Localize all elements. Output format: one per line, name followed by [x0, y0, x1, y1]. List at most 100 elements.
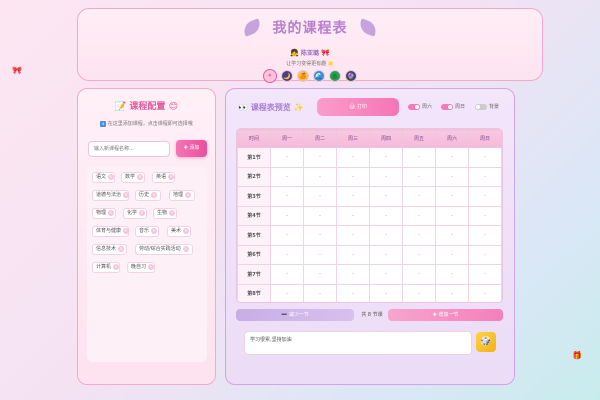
course-tag[interactable]: 生物 × — [153, 208, 177, 219]
schedule-cell[interactable]: - — [468, 166, 502, 187]
schedule-cell[interactable]: - — [369, 205, 403, 226]
course-tag[interactable]: 数学 × — [121, 172, 145, 183]
course-tag[interactable]: 音乐 × — [135, 226, 159, 237]
add-course-button[interactable]: ✚ 添加 — [176, 140, 207, 157]
course-tag[interactable]: 语文 × — [92, 172, 115, 183]
schedule-cell[interactable]: - — [270, 244, 304, 265]
remove-tag-icon[interactable]: × — [151, 227, 158, 234]
saturday-switch[interactable] — [408, 103, 420, 110]
schedule-cell[interactable]: - — [336, 166, 370, 187]
remove-tag-icon[interactable]: × — [123, 191, 130, 198]
remove-tag-icon[interactable]: × — [148, 263, 155, 270]
schedule-cell[interactable]: - — [402, 147, 436, 168]
remove-tag-icon[interactable]: × — [151, 191, 158, 198]
schedule-cell[interactable]: - — [303, 264, 337, 285]
schedule-cell[interactable]: - — [336, 186, 370, 207]
course-tag[interactable]: 历史 × — [135, 190, 161, 201]
schedule-cell[interactable]: - — [369, 244, 403, 265]
schedule-cell[interactable]: - — [303, 283, 337, 302]
new-course-input[interactable] — [88, 141, 170, 157]
remove-tag-icon[interactable]: × — [185, 191, 192, 198]
course-tag[interactable]: 劳动/综合实践活动 × — [135, 244, 193, 255]
theme-wave-icon[interactable]: 🌊 — [313, 70, 325, 82]
theme-crystal-icon[interactable]: 🔮 — [345, 70, 357, 82]
schedule-cell[interactable]: - — [435, 147, 469, 168]
schedule-cell[interactable]: - — [303, 225, 337, 246]
schedule-cell[interactable]: - — [336, 283, 370, 302]
schedule-cell[interactable]: - — [336, 205, 370, 226]
schedule-cell[interactable]: - — [468, 244, 502, 265]
schedule-cell[interactable]: - — [435, 283, 469, 302]
course-tag[interactable]: 地理 × — [169, 190, 195, 201]
course-tag[interactable]: 体育与健康 × — [92, 226, 130, 237]
schedule-cell[interactable]: - — [369, 186, 403, 207]
schedule-cell[interactable]: - — [336, 264, 370, 285]
schedule-cell[interactable]: - — [303, 244, 337, 265]
schedule-cell[interactable]: - — [435, 186, 469, 207]
schedule-cell[interactable]: - — [435, 244, 469, 265]
remove-tag-icon[interactable]: × — [169, 209, 176, 216]
course-tag[interactable]: 英语 × — [152, 172, 175, 183]
dice-button[interactable]: 🎲 — [476, 332, 496, 352]
sunday-toggle[interactable]: 周日 — [441, 103, 465, 110]
remove-tag-icon[interactable]: × — [113, 263, 120, 270]
schedule-cell[interactable]: - — [336, 244, 370, 265]
course-tag[interactable]: 物理 × — [92, 208, 116, 219]
background-switch[interactable] — [475, 103, 487, 110]
schedule-cell[interactable]: - — [303, 147, 337, 168]
schedule-cell[interactable]: - — [435, 166, 469, 187]
schedule-cell[interactable]: - — [336, 147, 370, 168]
schedule-cell[interactable]: - — [402, 205, 436, 226]
schedule-cell[interactable]: - — [303, 186, 337, 207]
remove-tag-icon[interactable]: × — [108, 209, 115, 216]
schedule-cell[interactable]: - — [402, 283, 436, 302]
schedule-cell[interactable]: - — [402, 186, 436, 207]
print-button[interactable]: 🖨 打印 — [317, 98, 399, 116]
schedule-cell[interactable]: - — [336, 225, 370, 246]
remove-tag-icon[interactable]: × — [118, 245, 125, 252]
remove-period-button[interactable]: ➖ 减少一节 — [236, 309, 354, 321]
schedule-cell[interactable]: - — [402, 225, 436, 246]
schedule-cell[interactable]: - — [270, 186, 304, 207]
remove-tag-icon[interactable]: × — [108, 173, 115, 180]
remove-tag-icon[interactable]: × — [137, 173, 144, 180]
schedule-cell[interactable]: - — [369, 264, 403, 285]
schedule-cell[interactable]: - — [270, 225, 304, 246]
course-tag[interactable]: 计算机 × — [92, 262, 120, 273]
schedule-cell[interactable]: - — [270, 166, 304, 187]
course-tag[interactable]: 信息技术 × — [92, 244, 127, 255]
course-tag[interactable]: 美术 × — [167, 226, 191, 237]
schedule-cell[interactable]: - — [369, 147, 403, 168]
schedule-cell[interactable]: - — [435, 205, 469, 226]
schedule-cell[interactable]: - — [468, 205, 502, 226]
schedule-cell[interactable]: - — [435, 264, 469, 285]
theme-tree-icon[interactable]: 🌲 — [329, 70, 341, 82]
schedule-cell[interactable]: - — [468, 283, 502, 302]
schedule-cell[interactable]: - — [369, 166, 403, 187]
remove-tag-icon[interactable]: × — [123, 227, 130, 234]
background-toggle[interactable]: 背景 — [475, 103, 499, 110]
remove-tag-icon[interactable]: × — [182, 245, 189, 252]
theme-sakura-icon[interactable]: 🌸 — [263, 69, 277, 83]
schedule-cell[interactable]: - — [270, 283, 304, 302]
remove-tag-icon[interactable]: × — [139, 209, 146, 216]
schedule-cell[interactable]: - — [402, 166, 436, 187]
course-tag[interactable]: 道德与法治 × — [92, 190, 130, 201]
course-tag[interactable]: 化学 × — [123, 208, 147, 219]
schedule-cell[interactable]: - — [369, 283, 403, 302]
remove-tag-icon[interactable]: × — [183, 227, 190, 234]
add-period-button[interactable]: ✚ 增加一节 — [388, 309, 503, 321]
schedule-cell[interactable]: - — [369, 225, 403, 246]
schedule-cell[interactable]: - — [303, 205, 337, 226]
schedule-cell[interactable]: - — [270, 147, 304, 168]
theme-orange-icon[interactable]: 🍊 — [297, 70, 309, 82]
schedule-cell[interactable]: - — [468, 147, 502, 168]
schedule-cell[interactable]: - — [402, 264, 436, 285]
saturday-toggle[interactable]: 周六 — [408, 103, 432, 110]
schedule-cell[interactable]: - — [270, 205, 304, 226]
remove-tag-icon[interactable]: × — [168, 173, 175, 180]
schedule-cell[interactable]: - — [468, 225, 502, 246]
note-textarea[interactable]: 学习很累,坚持加油 — [244, 331, 472, 355]
schedule-cell[interactable]: - — [303, 166, 337, 187]
schedule-cell[interactable]: - — [402, 244, 436, 265]
